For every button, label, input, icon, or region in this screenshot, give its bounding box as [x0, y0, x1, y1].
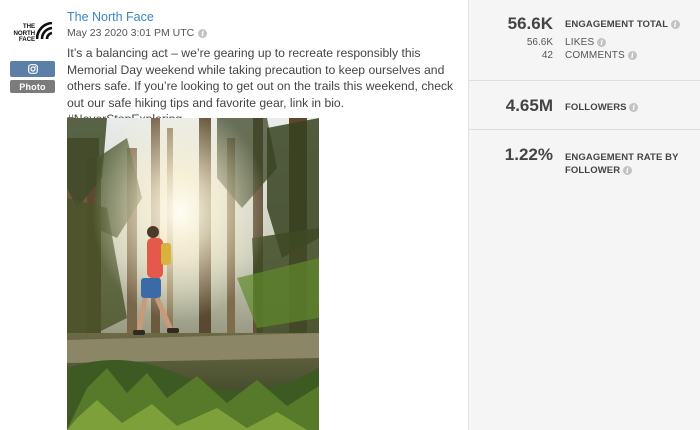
info-icon[interactable]: i — [198, 28, 208, 38]
followers-value: 4.65M — [505, 96, 553, 115]
post-date-text: May 23 2020 3:01 PM UTC — [67, 27, 195, 39]
info-icon[interactable]: i — [622, 165, 632, 175]
hiker-in-forest-image — [67, 118, 319, 430]
logo-wordmark: THE NORTH FACE — [13, 23, 36, 43]
north-face-logo-icon — [36, 22, 53, 40]
likes-label: LIKES i — [565, 37, 607, 48]
engagement-total-label: ENGAGEMENT TOTAL i — [565, 18, 680, 31]
engagement-rate-label: ENGAGEMENT RATE BY FOLLOWER i — [565, 151, 679, 177]
instagram-network-badge[interactable] — [10, 61, 55, 77]
post-date: May 23 2020 3:01 PM UTC i — [67, 27, 208, 39]
followers-label-text: FOLLOWERS — [565, 102, 627, 113]
stats-panel: 56.6K ENGAGEMENT TOTAL i 56.6K LIKES i 4… — [469, 0, 700, 430]
post-type-badge: Photo — [10, 80, 55, 93]
post-caption: It’s a balancing act – we’re gearing up … — [67, 46, 454, 126]
engagement-total-label-text: ENGAGEMENT TOTAL — [565, 19, 668, 30]
info-icon[interactable]: i — [597, 37, 607, 47]
instagram-icon — [27, 64, 38, 74]
engagement-rate-label-line1: ENGAGEMENT RATE BY — [565, 152, 679, 163]
post-meta-column: THE NORTH FACE Photo — [0, 0, 62, 430]
info-icon[interactable]: i — [629, 102, 639, 112]
stats-divider — [469, 129, 700, 130]
engagement-rate-value: 1.22% — [504, 145, 553, 164]
engagement-total-value: 56.6K — [507, 14, 553, 33]
info-icon[interactable]: i — [627, 50, 637, 60]
info-icon[interactable]: i — [670, 19, 680, 29]
comments-label-text: COMMENTS — [565, 50, 625, 61]
engagement-rate-label-line2: FOLLOWER — [565, 165, 621, 176]
likes-value: 56.6K — [526, 37, 553, 48]
likes-label-text: LIKES — [565, 37, 595, 48]
post-photo[interactable] — [67, 118, 319, 430]
comments-value: 42 — [541, 50, 553, 61]
stats-divider — [469, 80, 700, 81]
followers-label: FOLLOWERS i — [565, 101, 639, 114]
comments-label: COMMENTS i — [565, 50, 637, 61]
brand-logo: THE NORTH FACE — [13, 22, 53, 44]
author-name-link[interactable]: The North Face — [67, 10, 154, 24]
